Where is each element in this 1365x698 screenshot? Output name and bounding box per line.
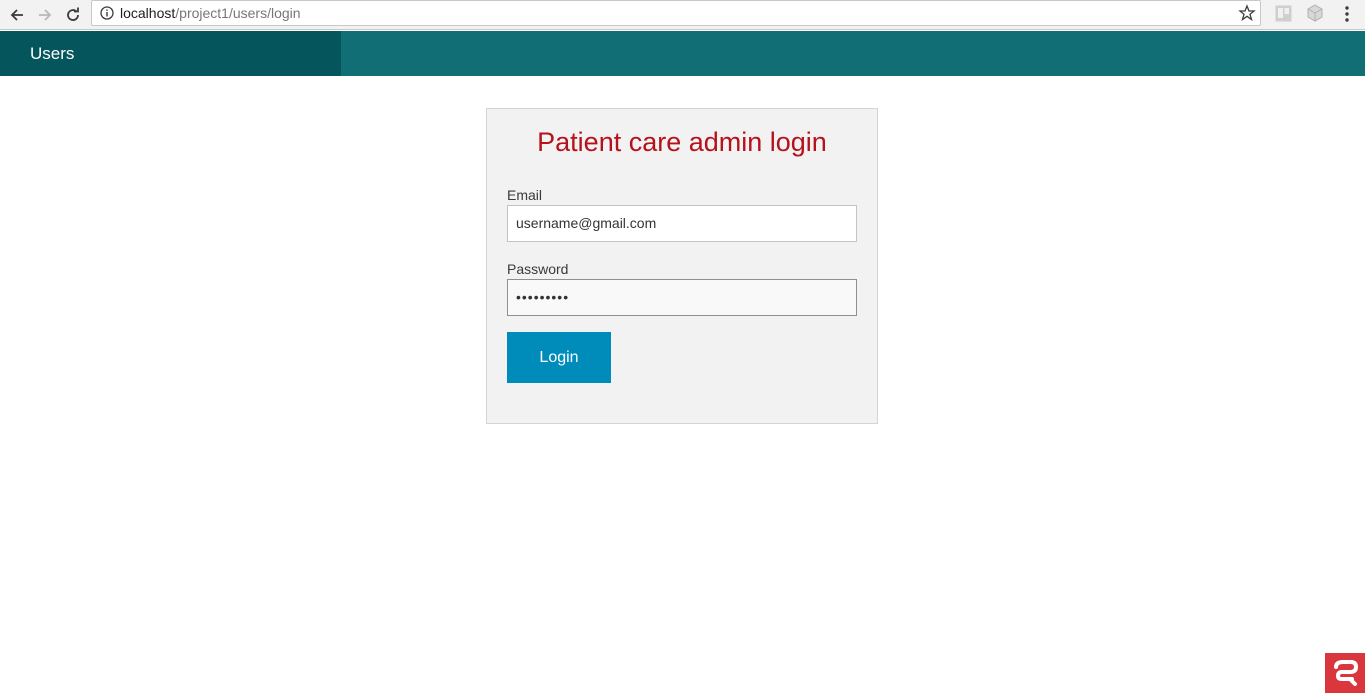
chat-widget-button[interactable] bbox=[1325, 653, 1365, 693]
url-host: localhost bbox=[120, 5, 176, 21]
password-label: Password bbox=[507, 261, 569, 277]
email-label: Email bbox=[507, 187, 543, 203]
reload-button[interactable] bbox=[61, 3, 85, 27]
login-button[interactable]: Login bbox=[507, 332, 611, 383]
extension-board-icon[interactable] bbox=[1275, 5, 1292, 22]
extension-cube-icon[interactable] bbox=[1306, 4, 1324, 22]
browser-toolbar: localhost/project1/users/login bbox=[0, 0, 1365, 30]
url-path: /project1/users/login bbox=[175, 5, 301, 21]
info-icon[interactable] bbox=[100, 6, 114, 20]
address-bar[interactable]: localhost/project1/users/login bbox=[91, 0, 1261, 26]
back-arrow-icon bbox=[10, 9, 23, 21]
chat-widget-icon bbox=[1334, 660, 1359, 686]
kebab-menu-icon[interactable] bbox=[1338, 4, 1356, 24]
page-title: Patient care admin login bbox=[537, 127, 827, 157]
login-card: Patient care admin login Email username@… bbox=[486, 108, 878, 424]
password-field[interactable]: ••••••••• bbox=[507, 279, 857, 316]
brand-block[interactable]: Users bbox=[0, 31, 341, 76]
back-button[interactable] bbox=[5, 3, 29, 27]
forward-button[interactable] bbox=[33, 3, 57, 27]
top-navbar: Users bbox=[0, 31, 1365, 76]
brand-link[interactable]: Users bbox=[30, 44, 74, 64]
forward-arrow-icon bbox=[39, 9, 52, 21]
email-field[interactable]: username@gmail.com bbox=[507, 205, 857, 242]
url-text[interactable]: localhost/project1/users/login bbox=[120, 5, 301, 21]
reload-icon bbox=[67, 7, 79, 21]
bookmark-star-icon[interactable] bbox=[1238, 4, 1256, 22]
